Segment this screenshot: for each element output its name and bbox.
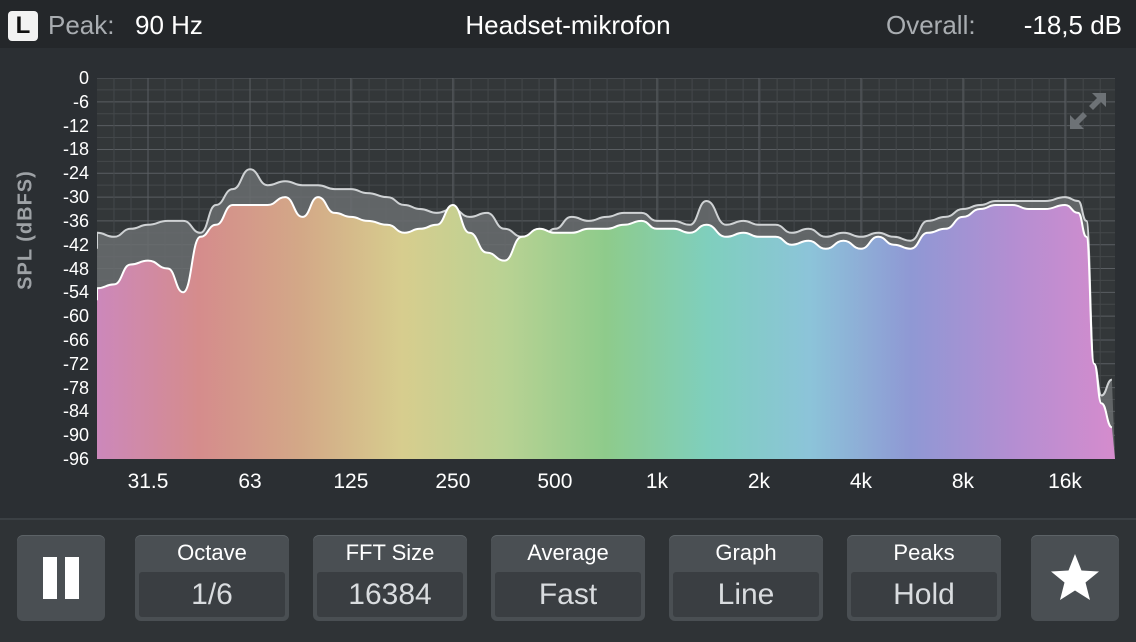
y-tick-label: -24: [62, 163, 89, 184]
peak-label: Peak:: [48, 10, 115, 40]
y-tick-label: -96: [62, 449, 89, 469]
x-tick-label: 16k: [1048, 470, 1082, 493]
graph-value: Line: [673, 572, 819, 617]
y-tick-label: -72: [62, 353, 89, 374]
fft-size-label: FFT Size: [345, 540, 435, 565]
y-tick-label: -90: [62, 425, 89, 446]
peak-value: 90 Hz: [135, 10, 203, 40]
graph-label: Graph: [715, 540, 777, 565]
x-tick-label: 63: [238, 470, 262, 493]
y-tick-label: -30: [62, 187, 89, 208]
expand-icon[interactable]: [1070, 93, 1106, 129]
x-tick-label: 250: [435, 470, 471, 493]
x-tick-label: 125: [333, 470, 369, 493]
y-tick-label: -42: [62, 234, 89, 255]
y-tick-label: -6: [72, 91, 89, 112]
y-axis-label: SPL (dBFS): [14, 170, 37, 290]
favorite-button[interactable]: [1031, 535, 1119, 621]
x-tick-label: 1k: [645, 470, 669, 493]
x-tick-label: 4k: [849, 470, 873, 493]
spectrum-svg: [97, 78, 1115, 459]
octave-control[interactable]: Octave 1/6: [135, 535, 289, 621]
graph-control[interactable]: Graph Line: [669, 535, 823, 621]
average-label: Average: [527, 540, 609, 565]
y-tick-label: -48: [62, 258, 89, 279]
overall-value: -18,5 dB: [1023, 10, 1122, 40]
input-device-title[interactable]: Headset-mikrofon: [465, 10, 670, 40]
y-tick-label: -60: [62, 306, 89, 327]
peaks-control[interactable]: Peaks Hold: [847, 535, 1001, 621]
average-control[interactable]: Average Fast: [491, 535, 645, 621]
fft-size-value: 16384: [317, 572, 463, 617]
peaks-value: Hold: [851, 572, 997, 617]
y-tick-label: -66: [62, 329, 89, 350]
fft-size-control[interactable]: FFT Size 16384: [313, 535, 467, 621]
octave-value: 1/6: [139, 572, 285, 617]
pause-button[interactable]: [17, 535, 105, 621]
overall-label: Overall:: [886, 10, 976, 40]
x-tick-label: 8k: [951, 470, 975, 493]
pause-icon: [43, 557, 79, 599]
y-tick-label: -18: [62, 139, 89, 160]
top-bar: L Peak: 90 Hz Headset-mikrofon Overall: …: [0, 0, 1136, 48]
current-spectrum-area: [97, 197, 1115, 459]
y-axis-label-wrap: SPL (dBFS): [6, 110, 46, 350]
star-icon: [1051, 554, 1099, 600]
spectrum-plot[interactable]: [97, 78, 1115, 459]
x-tick-label: 2k: [747, 470, 771, 493]
y-tick-label: -84: [62, 401, 89, 422]
octave-label: Octave: [177, 540, 247, 565]
y-tick-label: -54: [62, 282, 89, 303]
y-tick-label: -78: [62, 377, 89, 398]
x-tick-label: 500: [537, 470, 573, 493]
peaks-label: Peaks: [893, 540, 955, 565]
y-tick-label: 0: [78, 68, 89, 88]
channel-badge[interactable]: L: [8, 11, 38, 41]
average-value: Fast: [495, 572, 641, 617]
y-tick-label: -12: [62, 115, 89, 136]
y-tick-label: -36: [62, 210, 89, 231]
x-tick-label: 31.5: [127, 470, 169, 493]
